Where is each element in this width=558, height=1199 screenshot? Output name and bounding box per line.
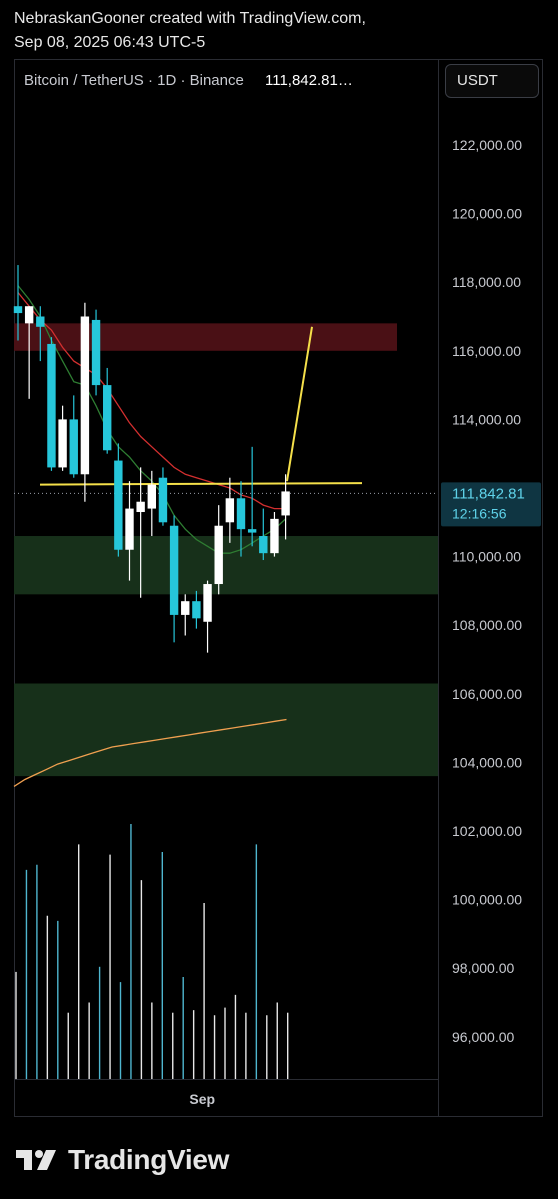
price-tick-label: 100,000.00: [452, 892, 522, 908]
price-tick-label: 106,000.00: [452, 686, 522, 702]
price-tick-label: 104,000.00: [452, 754, 522, 770]
price-tick-label: 118,000.00: [452, 274, 521, 290]
symbol-title: Bitcoin / TetherUS · 1D · Binance: [24, 72, 244, 89]
candle-body: [236, 498, 246, 530]
candle-body: [147, 484, 156, 509]
support-zone: [14, 536, 438, 595]
header-price: 111,842.81…: [265, 72, 353, 89]
candle-body: [47, 343, 56, 468]
price-tick-label: 96,000.00: [452, 1029, 514, 1045]
price-tag-value: 111,842.81: [452, 485, 525, 502]
price-tick-label: 98,000.00: [452, 960, 514, 976]
price-tick-label: 110,000.00: [452, 549, 521, 565]
time-tick-label: Sep: [189, 1091, 215, 1107]
price-tick-label: 116,000.00: [452, 343, 521, 359]
price-tick-label: 114,000.00: [452, 411, 521, 427]
candle-body: [136, 501, 145, 513]
candle-body: [125, 508, 134, 550]
candle-body: [24, 306, 34, 324]
candle-body: [80, 316, 90, 475]
time-axis-border: [14, 1079, 439, 1117]
candle-body: [13, 306, 23, 314]
resistance-zone: [14, 323, 397, 351]
candle: [80, 302, 90, 502]
tradingview-logo-icon: [16, 1150, 56, 1170]
candle-body: [69, 419, 78, 475]
candle-body: [181, 601, 190, 615]
candlestick-chart[interactable]: 122,000.00 120,000.00 118,000.00 116,000.00…: [0, 0, 558, 1199]
logo-text: TradingView: [68, 1144, 230, 1175]
price-tag-countdown: 12:16:56: [452, 505, 507, 521]
currency-button[interactable]: USDT: [445, 64, 539, 98]
candle-body: [225, 498, 235, 523]
candle-body: [192, 601, 201, 619]
price-tick-label: 120,000.00: [452, 206, 522, 222]
candle-body: [58, 419, 67, 468]
candle-body: [36, 316, 45, 327]
price-tick-label: 108,000.00: [452, 617, 522, 633]
candle-body: [169, 525, 179, 615]
candle-body: [203, 584, 212, 622]
price-tick-label: 122,000.00: [452, 137, 522, 153]
candle-body: [114, 460, 123, 550]
tradingview-logo[interactable]: TradingView: [16, 1140, 229, 1180]
candle-body: [214, 525, 223, 585]
price-tick-label: 102,000.00: [452, 823, 522, 839]
candle-body: [91, 319, 101, 386]
candle-body: [103, 385, 112, 451]
candle-body: [270, 518, 279, 554]
price-tag[interactable]: 111,842.81 12:16:56: [441, 482, 541, 527]
support-zone: [14, 683, 438, 777]
candle-body: [158, 477, 168, 523]
candle: [47, 337, 56, 471]
candle-body: [247, 529, 257, 533]
candle: [91, 309, 101, 396]
candle-body: [259, 536, 268, 554]
candle-body: [281, 491, 290, 516]
